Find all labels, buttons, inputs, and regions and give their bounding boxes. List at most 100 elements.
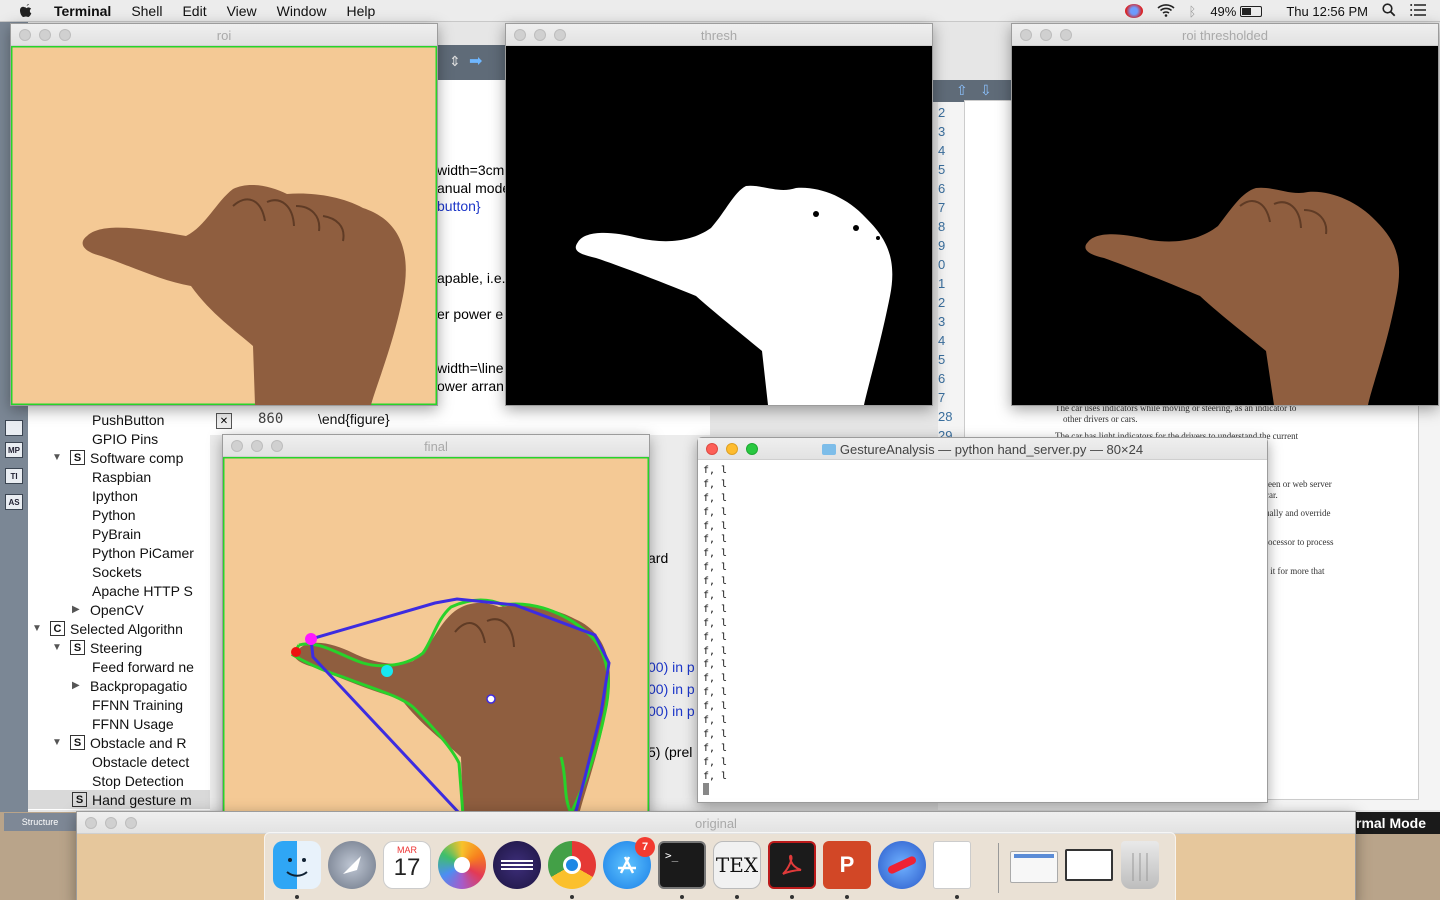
gutter-button-blank[interactable] <box>5 420 23 436</box>
bluetooth-icon[interactable]: ᛒ <box>1189 4 1197 19</box>
structure-tab[interactable]: Structure <box>4 813 76 831</box>
terminal-titlebar[interactable]: GestureAnalysis — python hand_server.py … <box>698 438 1267 460</box>
tree-item[interactable]: Python <box>28 505 210 524</box>
clock[interactable]: Thu 12:56 PM <box>1286 4 1368 19</box>
mode-indicator-label: rmal Mode <box>1356 815 1427 831</box>
disclosure-open-icon[interactable]: ▼ <box>52 642 64 653</box>
launchpad-icon[interactable] <box>328 841 376 889</box>
tex-label: TEX <box>715 853 759 877</box>
spotlight-icon[interactable] <box>1382 2 1396 20</box>
tree-item[interactable]: PushButton <box>28 410 210 429</box>
notification-center-icon[interactable] <box>1410 3 1426 19</box>
tree-item[interactable]: Raspbian <box>28 467 210 486</box>
original-titlebar[interactable]: original <box>77 812 1355 834</box>
gutter-button-ti[interactable]: TI <box>5 468 23 484</box>
tree-item[interactable]: GPIO Pins <box>28 429 210 448</box>
window-thumbnail-1[interactable] <box>1010 851 1058 883</box>
thresh-window[interactable]: thresh <box>505 23 933 406</box>
menu-window[interactable]: Window <box>277 3 327 19</box>
roi-titlebar[interactable]: roi <box>11 24 437 46</box>
tree-item[interactable]: ▼ S Obstacle and R <box>28 733 210 752</box>
terminal-line: f, l <box>703 701 728 713</box>
calendar-icon[interactable]: MAR 17 <box>383 841 431 889</box>
gutter-label: TI <box>10 471 18 481</box>
window-title: GestureAnalysis — python hand_server.py … <box>698 442 1267 457</box>
gutter-button-as[interactable]: AS <box>5 494 23 510</box>
code-line[interactable]: \end{figure} <box>318 411 390 427</box>
terminal-line: f, l <box>703 576 728 588</box>
tree-item[interactable]: ▼ C Selected Algorithn <box>28 619 210 638</box>
final-window[interactable]: final <box>222 434 650 816</box>
tree-item[interactable]: Stop Detection <box>28 771 210 790</box>
texshop-icon[interactable]: TEX <box>713 841 761 889</box>
eclipse-icon[interactable] <box>493 841 541 889</box>
tree-item[interactable]: ▶ Backpropagatio <box>28 676 210 695</box>
menu-help[interactable]: Help <box>346 3 375 19</box>
disclosure-open-icon[interactable]: ▼ <box>52 452 64 463</box>
powerpoint-icon[interactable]: P <box>823 841 871 889</box>
terminal-output[interactable]: f, l f, l f, l f, l f, l f, l f, l f, l f, l f, l… <box>698 460 1267 802</box>
pdf-text-line: rocessor to process <box>1265 537 1334 547</box>
wifi-icon[interactable] <box>1156 3 1175 20</box>
terminal-line: f, l <box>703 603 728 615</box>
tree-item[interactable]: FFNN Usage <box>28 714 210 733</box>
code-fragment: width=3cm <box>437 162 505 178</box>
tree-item[interactable]: Obstacle detect <box>28 752 210 771</box>
terminal-window[interactable]: GestureAnalysis — python hand_server.py … <box>697 437 1268 803</box>
disclosure-closed-icon[interactable]: ▶ <box>72 604 84 615</box>
source-line-number: 5 <box>938 352 946 367</box>
source-line-number: 9 <box>938 238 946 253</box>
menu-view[interactable]: View <box>227 3 257 19</box>
roi-window[interactable]: roi <box>10 23 438 406</box>
tree-item[interactable]: ▼ S Software comp <box>28 448 210 467</box>
down-arrow-icon[interactable]: ⇩ <box>980 82 992 99</box>
running-indicator <box>295 895 299 899</box>
status-area: ᛒ 49% Thu 12:56 PM <box>1124 0 1440 22</box>
final-titlebar[interactable]: final <box>223 435 649 457</box>
menu-shell[interactable]: Shell <box>131 3 162 19</box>
menu-edit[interactable]: Edit <box>182 3 206 19</box>
disclosure-open-icon[interactable]: ▼ <box>52 737 64 748</box>
section-type-icon: S <box>70 735 85 750</box>
document-icon[interactable] <box>933 841 971 889</box>
battery-percent: 49% <box>1210 3 1237 19</box>
tree-item[interactable]: Feed forward ne <box>28 657 210 676</box>
tree-item[interactable]: ▼ S Steering <box>28 638 210 657</box>
tree-item[interactable]: S Hand gesture m <box>28 790 210 809</box>
tree-item[interactable]: PyBrain <box>28 524 210 543</box>
trash-icon[interactable] <box>1121 841 1159 889</box>
terminal-glyph: >_ <box>665 849 679 862</box>
terminal-line: f, l <box>703 715 728 727</box>
tree-item[interactable]: Ipython <box>28 486 210 505</box>
tree-item[interactable]: Python PiCamer <box>28 543 210 562</box>
pdfsam-icon[interactable] <box>878 841 926 889</box>
tree-item[interactable]: ▶ OpenCV <box>28 600 210 619</box>
roi-thresholded-titlebar[interactable]: roi thresholded <box>1012 24 1438 46</box>
apple-icon[interactable] <box>16 0 36 22</box>
disclosure-closed-icon[interactable]: ▶ <box>72 680 84 691</box>
source-line-number: 3 <box>938 124 946 139</box>
tree-item[interactable]: FFNN Training <box>28 695 210 714</box>
up-arrow-icon[interactable]: ⇧ <box>956 82 968 99</box>
finder-icon[interactable] <box>273 841 321 889</box>
thresh-titlebar[interactable]: thresh <box>506 24 932 46</box>
photos-icon[interactable] <box>438 841 486 889</box>
app-store-icon[interactable]: 7 <box>603 837 655 889</box>
window-thumbnail-2[interactable] <box>1065 849 1113 881</box>
terminal-icon[interactable]: >_ <box>658 841 706 889</box>
battery-icon[interactable] <box>1240 5 1263 17</box>
disclosure-open-icon[interactable]: ▼ <box>32 623 44 634</box>
menu-terminal[interactable]: Terminal <box>54 3 111 19</box>
fold-icon[interactable]: ✕ <box>216 413 232 429</box>
tree-item[interactable]: Sockets <box>28 562 210 581</box>
stepper-icon[interactable]: ⇕ <box>449 53 461 70</box>
gutter-button-mp[interactable]: MP <box>5 442 23 458</box>
running-indicator <box>790 895 794 899</box>
code-fragment: ower arran <box>437 378 504 394</box>
forward-arrow-icon[interactable]: ➡ <box>469 51 482 71</box>
tree-item[interactable]: Apache HTTP S <box>28 581 210 600</box>
roi-thresholded-window[interactable]: roi thresholded <box>1011 23 1439 406</box>
acrobat-icon[interactable] <box>768 841 816 889</box>
chrome-icon[interactable] <box>548 841 596 889</box>
status-app-icon[interactable] <box>1124 4 1143 18</box>
